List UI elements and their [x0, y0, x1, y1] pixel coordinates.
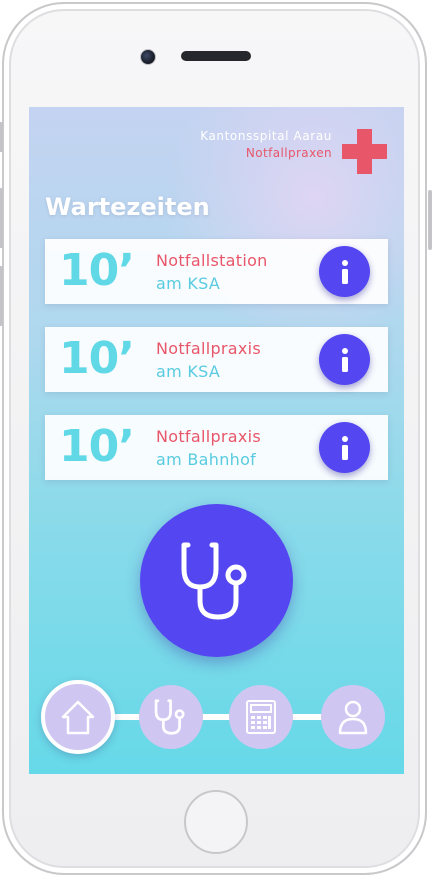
- info-icon: [341, 259, 348, 284]
- wait-time: 10’: [59, 333, 135, 384]
- facility-name: Notfallpraxis: [156, 427, 262, 446]
- app-screen: Kantonsspital Aarau Notfallpraxen Wartez…: [29, 107, 404, 774]
- red-cross-icon: [342, 129, 387, 174]
- wait-time: 10’: [59, 245, 135, 296]
- wait-card-notfallstation-ksa: 10’ Notfallstation am KSA: [45, 239, 388, 304]
- facility-location: am KSA: [156, 362, 221, 381]
- power-button: [428, 190, 432, 250]
- facility-name: Notfallpraxis: [156, 339, 262, 358]
- nav-calculator-button[interactable]: [229, 685, 293, 749]
- nav-profile-button[interactable]: [321, 685, 385, 749]
- section-title: Wartezeiten: [45, 193, 210, 221]
- info-button[interactable]: [319, 246, 370, 297]
- phone-home-button: [184, 790, 248, 854]
- nav-doctor-button[interactable]: [139, 685, 203, 749]
- info-button[interactable]: [319, 334, 370, 385]
- stethoscope-icon: [154, 699, 185, 735]
- wait-card-notfallpraxis-bahnhof: 10’ Notfallpraxis am Bahnhof: [45, 415, 388, 480]
- volume-down-button: [0, 266, 3, 326]
- facility-location: am KSA: [156, 274, 221, 293]
- stethoscope-icon: [181, 542, 246, 619]
- facility-location: am Bahnhof: [156, 450, 257, 469]
- front-camera: [140, 49, 156, 65]
- info-icon: [341, 347, 348, 372]
- nav-home-button[interactable]: [41, 680, 115, 754]
- brand-header: Kantonsspital Aarau Notfallpraxen: [200, 129, 332, 160]
- mute-switch: [0, 122, 3, 152]
- doctor-main-button[interactable]: [140, 504, 293, 657]
- hospital-name: Kantonsspital Aarau: [200, 129, 332, 143]
- wait-card-notfallpraxis-ksa: 10’ Notfallpraxis am KSA: [45, 327, 388, 392]
- home-icon: [61, 700, 95, 735]
- calculator-icon: [246, 700, 276, 734]
- info-icon: [341, 435, 348, 460]
- wait-time: 10’: [59, 421, 135, 472]
- service-name: Notfallpraxen: [245, 146, 332, 160]
- volume-up-button: [0, 188, 3, 248]
- user-icon: [338, 700, 368, 735]
- info-button[interactable]: [319, 422, 370, 473]
- facility-name: Notfallstation: [156, 251, 268, 270]
- earpiece-speaker: [181, 51, 251, 61]
